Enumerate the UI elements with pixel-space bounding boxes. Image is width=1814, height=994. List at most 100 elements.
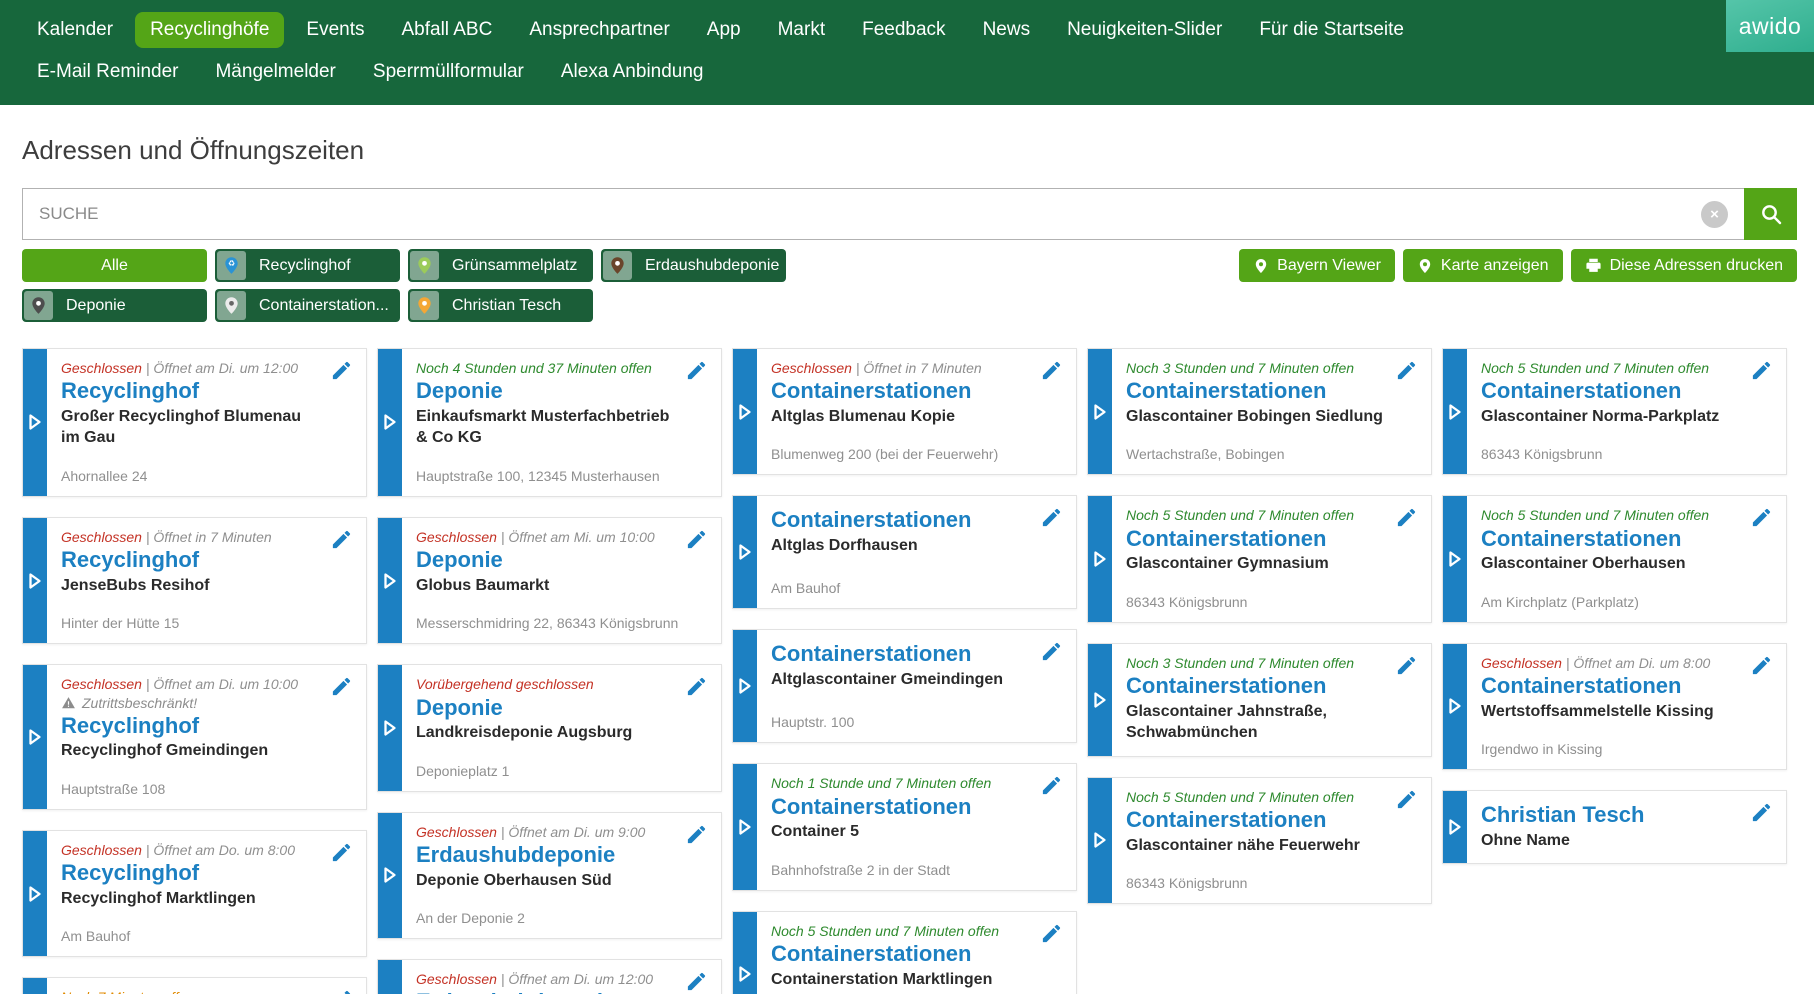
card-category-link[interactable]: Containerstationen	[771, 377, 1028, 406]
card-expand-handle[interactable]	[378, 349, 402, 496]
card-expand-handle[interactable]	[23, 978, 47, 994]
nav-item-events[interactable]: Events	[291, 12, 379, 49]
nav-item-news[interactable]: News	[968, 12, 1046, 49]
card-expand-handle[interactable]	[1088, 349, 1112, 474]
action-button-karte-anzeigen[interactable]: Karte anzeigen	[1403, 249, 1563, 282]
card-category-link[interactable]: Recyclinghof	[61, 546, 318, 575]
card-expand-handle[interactable]	[733, 349, 757, 474]
edit-pencil-icon[interactable]	[1040, 922, 1063, 945]
edit-pencil-icon[interactable]	[1750, 654, 1773, 677]
card-expand-handle[interactable]	[378, 813, 402, 938]
card-expand-handle[interactable]	[23, 349, 47, 496]
card-category-link[interactable]: Containerstationen	[771, 640, 1028, 669]
nav-item-alexa-anbindung[interactable]: Alexa Anbindung	[546, 54, 719, 91]
action-button-bayern-viewer[interactable]: Bayern Viewer	[1239, 249, 1395, 282]
card-category-link[interactable]: Erdaushubdeponie	[416, 988, 673, 994]
card-status: Noch 5 Stunden und 7 Minuten offen	[1126, 506, 1417, 524]
card-category-link[interactable]: Recyclinghof	[61, 859, 318, 888]
card-category-link[interactable]: Christian Tesch	[1481, 801, 1738, 830]
card-category-link[interactable]: Containerstationen	[1126, 672, 1383, 701]
nav-item-sperrmuellformular[interactable]: Sperrmüllformular	[358, 54, 539, 91]
filter-button-gruensammelplatz[interactable]: Grünsammelplatz	[408, 249, 593, 282]
edit-pencil-icon[interactable]	[1750, 359, 1773, 382]
card-body: Noch 4 Stunden und 37 Minuten offenDepon…	[402, 349, 721, 496]
edit-pencil-icon[interactable]	[1395, 654, 1418, 677]
card-category-link[interactable]: Containerstationen	[1481, 672, 1738, 701]
card-expand-handle[interactable]	[1088, 778, 1112, 903]
filter-button-containerstation[interactable]: Containerstation...	[215, 289, 400, 322]
edit-pencil-icon[interactable]	[1395, 359, 1418, 382]
edit-pencil-icon[interactable]	[1040, 359, 1063, 382]
nav-item-maengelmelder[interactable]: Mängelmelder	[200, 54, 350, 91]
card-category-link[interactable]: Containerstationen	[1481, 525, 1738, 554]
filter-button-alle[interactable]: Alle	[22, 249, 207, 282]
edit-pencil-icon[interactable]	[1040, 506, 1063, 529]
card-expand-handle[interactable]	[1443, 349, 1467, 474]
edit-pencil-icon[interactable]	[1750, 801, 1773, 824]
filter-button-deponie[interactable]: Deponie	[22, 289, 207, 322]
card-expand-handle[interactable]	[378, 960, 402, 994]
nav-item-ansprechpartner[interactable]: Ansprechpartner	[514, 12, 684, 49]
card-category-link[interactable]: Containerstationen	[771, 506, 1028, 535]
nav-item-fuer-die-startseite[interactable]: Für die Startseite	[1244, 12, 1419, 49]
card-expand-handle[interactable]	[23, 518, 47, 643]
edit-pencil-icon[interactable]	[1040, 774, 1063, 797]
card-category-link[interactable]: Recyclinghof	[61, 377, 318, 406]
action-label: Bayern Viewer	[1277, 257, 1381, 275]
edit-pencil-icon[interactable]	[685, 675, 708, 698]
search-button[interactable]	[1744, 188, 1797, 240]
card-category-link[interactable]: Deponie	[416, 694, 673, 723]
edit-pencil-icon[interactable]	[1395, 506, 1418, 529]
filter-button-erdaushubdeponie[interactable]: Erdaushubdeponie	[601, 249, 786, 282]
card-category-link[interactable]: Containerstationen	[771, 940, 1028, 969]
search-input[interactable]	[23, 204, 1701, 224]
card-category-link[interactable]: Containerstationen	[1126, 377, 1383, 406]
nav-item-feedback[interactable]: Feedback	[847, 12, 960, 49]
card-expand-handle[interactable]	[733, 912, 757, 994]
filter-button-christian-tesch[interactable]: Christian Tesch	[408, 289, 593, 322]
clear-search-icon[interactable]: ×	[1701, 201, 1728, 228]
card-category-link[interactable]: Recyclinghof	[61, 712, 318, 741]
filter-label: Deponie	[66, 297, 126, 315]
nav-item-e-mail-reminder[interactable]: E-Mail Reminder	[22, 54, 193, 91]
card-category-link[interactable]: Containerstationen	[771, 793, 1028, 822]
edit-pencil-icon[interactable]	[685, 823, 708, 846]
card-expand-handle[interactable]	[378, 518, 402, 643]
card-expand-handle[interactable]	[1088, 496, 1112, 621]
card-expand-handle[interactable]	[733, 496, 757, 608]
edit-pencil-icon[interactable]	[1750, 506, 1773, 529]
edit-pencil-icon[interactable]	[685, 528, 708, 551]
nav-item-neuigkeiten-slider[interactable]: Neuigkeiten-Slider	[1052, 12, 1237, 49]
card-expand-handle[interactable]	[23, 831, 47, 956]
edit-pencil-icon[interactable]	[330, 528, 353, 551]
card-category-link[interactable]: Deponie	[416, 377, 673, 406]
card-category-link[interactable]: Erdaushubdeponie	[416, 841, 673, 870]
nav-item-abfall-abc[interactable]: Abfall ABC	[387, 12, 508, 49]
edit-pencil-icon[interactable]	[330, 841, 353, 864]
edit-pencil-icon[interactable]	[330, 359, 353, 382]
nav-item-recyclinghoefe[interactable]: Recyclinghöfe	[135, 12, 284, 49]
nav-item-kalender[interactable]: Kalender	[22, 12, 128, 49]
edit-pencil-icon[interactable]	[330, 988, 353, 994]
nav-item-app[interactable]: App	[692, 12, 756, 49]
edit-pencil-icon[interactable]	[1040, 640, 1063, 663]
card-expand-handle[interactable]	[1443, 496, 1467, 621]
edit-pencil-icon[interactable]	[330, 675, 353, 698]
filter-button-recyclinghof[interactable]: ♻Recyclinghof	[215, 249, 400, 282]
card-category-link[interactable]: Deponie	[416, 546, 673, 575]
card-category-link[interactable]: Containerstationen	[1126, 806, 1383, 835]
card-expand-handle[interactable]	[378, 665, 402, 790]
card-expand-handle[interactable]	[733, 764, 757, 889]
card-expand-handle[interactable]	[1443, 644, 1467, 769]
card-expand-handle[interactable]	[23, 665, 47, 809]
card-expand-handle[interactable]	[733, 630, 757, 742]
action-button-diese-adressen-drucken[interactable]: Diese Adressen drucken	[1571, 249, 1797, 282]
card-expand-handle[interactable]	[1443, 791, 1467, 863]
nav-item-markt[interactable]: Markt	[763, 12, 841, 49]
edit-pencil-icon[interactable]	[685, 970, 708, 993]
edit-pencil-icon[interactable]	[685, 359, 708, 382]
card-category-link[interactable]: Containerstationen	[1126, 525, 1383, 554]
edit-pencil-icon[interactable]	[1395, 788, 1418, 811]
card-category-link[interactable]: Containerstationen	[1481, 377, 1738, 406]
card-expand-handle[interactable]	[1088, 644, 1112, 756]
